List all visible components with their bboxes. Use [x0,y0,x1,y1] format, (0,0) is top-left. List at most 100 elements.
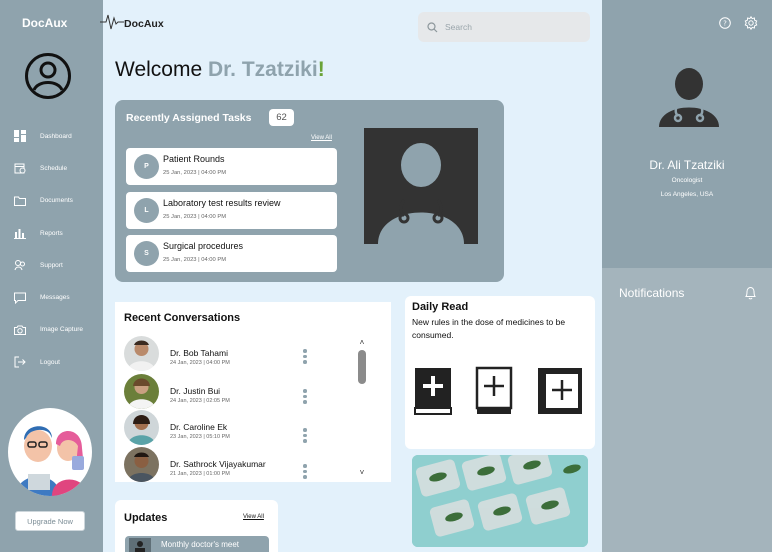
medical-book-icon[interactable] [473,366,515,416]
task-date: 25 Jan, 2023 | 04:00 PM [163,170,227,176]
contact-avatar [124,336,159,371]
sidebar-item-documents[interactable]: Documents [14,185,102,217]
contact-name: Dr. Caroline Ek [170,422,228,432]
sidebar-item-messages[interactable]: Messages [14,281,102,313]
heartbeat-icon [100,14,124,30]
header-brand: DocAux [124,18,164,30]
task-title: Patient Rounds [163,154,225,164]
more-options-icon[interactable] [302,349,308,365]
task-item[interactable]: L Laboratory test results review 25 Jan,… [126,192,337,229]
contact-date: 21 Jan, 2023 | 01:00 PM [170,471,230,477]
sidebar-item-label: Dashboard [40,132,72,140]
meeting-icon [129,538,151,552]
contact-date: 24 Jan, 2023 | 02:05 PM [170,398,230,404]
bar-chart-icon [14,229,26,240]
notifications-title: Notifications [619,286,685,300]
contact-avatar [124,447,159,482]
sidebar-item-schedule[interactable]: Schedule [14,152,102,184]
help-icon[interactable]: ? [719,17,731,29]
conversations-scrollbar[interactable]: ˄ ˅ [357,339,367,477]
bell-icon[interactable] [744,286,757,300]
sidebar-item-label: Reports [40,229,63,237]
sidebar-item-reports[interactable]: Reports [14,217,102,249]
updates-view-all-link[interactable]: View All [243,514,264,520]
updates-card: Updates View All Monthly doctor's meet [115,500,278,552]
contact-name: Dr. Bob Tahami [170,348,228,358]
tasks-title: Recently Assigned Tasks [126,112,252,124]
tasks-count-badge: 62 [269,109,294,126]
more-options-icon[interactable] [302,464,308,480]
task-title: Surgical procedures [163,241,244,251]
welcome-doctor-name: Dr. Tzatziki [207,58,318,81]
contact-name: Dr. Sathrock Vijayakumar [170,459,266,469]
scrollbar-thumb[interactable] [358,350,366,384]
welcome-exclamation: ! [317,58,325,81]
search-placeholder: Search [445,22,472,32]
folder-icon [14,196,26,206]
conversation-item[interactable]: Dr. Justin Bui 24 Jan, 2023 | 02:05 PM [124,374,314,410]
contact-name: Dr. Justin Bui [170,386,221,396]
contact-avatar [124,410,159,445]
update-item-label: Monthly doctor's meet [161,540,240,549]
svg-text:?: ? [723,20,727,28]
sidebar: DocAux Dashboard Schedule Documents Repo… [0,0,103,552]
sidebar-item-label: Logout [40,358,60,366]
doctor-profile-icon [659,68,719,127]
contact-avatar [124,374,159,409]
profile-specialty: Oncologist [671,177,703,184]
sidebar-item-logout[interactable]: Logout [14,346,102,378]
sidebar-item-label: Documents [40,197,73,205]
upgrade-now-button[interactable]: Upgrade Now [15,511,85,531]
task-initial: L [134,198,159,223]
doctor-placeholder-image [364,128,478,244]
welcome-heading: Welcome Dr. Tzatziki! [115,58,325,82]
conversation-item[interactable]: Dr. Bob Tahami 24 Jan, 2023 | 04:00 PM [124,336,314,372]
sidebar-item-label: Schedule [40,164,68,172]
camera-icon [14,325,26,335]
scroll-down-icon[interactable]: ˅ [357,469,367,477]
logout-icon [14,356,26,368]
task-date: 25 Jan, 2023 | 04:00 PM [163,214,227,220]
daily-read-title: Daily Read [412,301,469,313]
sidebar-item-label: Support [40,261,63,269]
sidebar-item-dashboard[interactable]: Dashboard [14,120,102,152]
sidebar-logo: DocAux [22,16,68,30]
user-avatar-icon[interactable] [24,52,72,100]
dashboard-icon [14,130,26,143]
contact-date: 24 Jan, 2023 | 04:00 PM [170,360,230,366]
task-title: Laboratory test results review [163,198,281,208]
scroll-up-icon[interactable]: ˄ [357,339,367,347]
conversation-item[interactable]: Dr. Sathrock Vijayakumar 21 Jan, 2023 | … [124,447,314,483]
updates-title: Updates [124,512,168,524]
task-item[interactable]: P Patient Rounds 25 Jan, 2023 | 04:00 PM [126,148,337,185]
settings-gear-icon[interactable] [744,16,758,30]
profile-location: Los Angeles, USA [660,191,714,198]
profile-name: Dr. Ali Tzatziki [649,158,725,172]
task-initial: P [134,154,159,179]
daily-read-text: New rules in the dose of medicines to be… [412,317,566,340]
conversations-title: Recent Conversations [124,312,241,324]
pills-image [412,455,588,547]
recent-tasks-card: Recently Assigned Tasks 62 View All P Pa… [115,100,504,282]
notifications-section: Notifications [602,268,772,552]
support-icon [14,260,25,271]
search-input[interactable]: Search [418,12,590,42]
sidebar-item-label: Messages [40,294,70,302]
sidebar-item-support[interactable]: Support [14,249,102,281]
tasks-view-all-link[interactable]: View All [311,135,332,141]
update-item[interactable]: Monthly doctor's meet [125,536,269,552]
conversation-item[interactable]: Dr. Caroline Ek 23 Jan, 2023 | 05:10 PM [124,410,314,446]
search-icon [427,21,438,32]
daily-read-card: Daily Read New rules in the dose of medi… [405,296,595,449]
sidebar-nav: Dashboard Schedule Documents Reports Sup… [14,120,102,378]
chat-icon [14,292,26,304]
task-date: 25 Jan, 2023 | 04:00 PM [163,257,227,263]
medical-book-icon[interactable] [536,366,584,416]
more-options-icon[interactable] [302,389,308,405]
calendar-icon [14,163,26,174]
medical-book-icon[interactable] [413,366,455,416]
task-item[interactable]: S Surgical procedures 25 Jan, 2023 | 04:… [126,235,337,272]
welcome-prefix: Welcome [115,58,208,81]
sidebar-item-image-capture[interactable]: Image Capture [14,314,102,346]
more-options-icon[interactable] [302,428,308,444]
